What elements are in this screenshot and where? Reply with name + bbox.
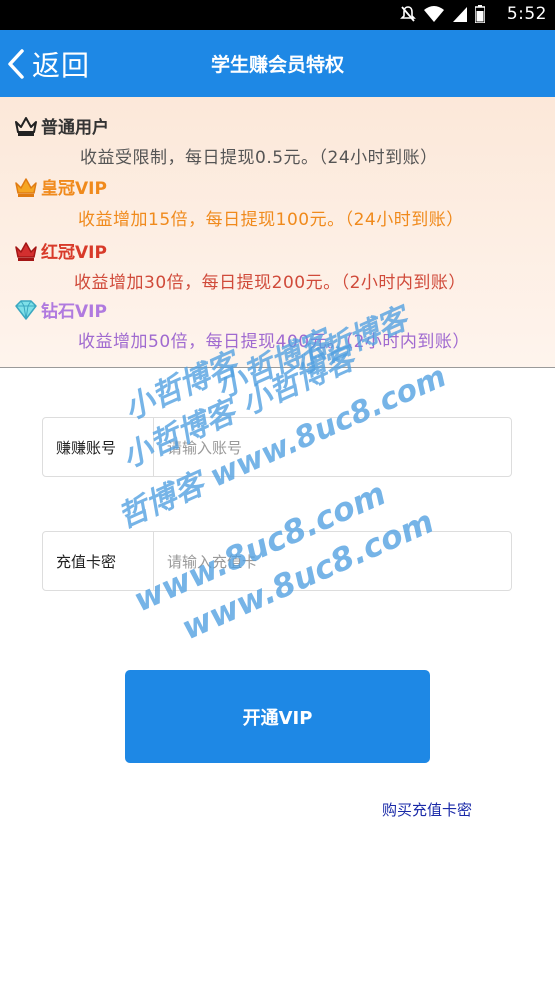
tier-description: 收益增加50倍，每日提现400元。（2小时内到账） bbox=[78, 332, 470, 352]
field-divider bbox=[153, 532, 154, 590]
account-label: 赚赚账号 bbox=[56, 439, 117, 457]
vip-tiers-panel: 普通用户 收益受限制，每日提现0.5元。（24小时到账） 皇冠VIP 收益增加1… bbox=[0, 97, 555, 368]
tier-description: 收益增加15倍，每日提现100元。（24小时到账） bbox=[78, 210, 464, 230]
card-label: 充值卡密 bbox=[56, 553, 117, 571]
signal-icon bbox=[453, 7, 467, 22]
status-bar: 5:52 bbox=[0, 0, 555, 30]
account-input[interactable] bbox=[155, 420, 519, 476]
field-divider bbox=[153, 418, 154, 476]
title-bar: 返回 学生赚会员特权 bbox=[0, 30, 555, 97]
battery-icon bbox=[475, 5, 485, 23]
card-row: 充值卡密 bbox=[42, 531, 519, 591]
wifi-icon bbox=[424, 6, 444, 22]
tier-description: 收益增加30倍，每日提现200元。（2小时内到账） bbox=[74, 273, 466, 293]
page-title: 学生赚会员特权 bbox=[210, 54, 344, 76]
diamond-icon bbox=[15, 299, 37, 320]
tier-description: 收益受限制，每日提现0.5元。（24小时到账） bbox=[80, 148, 438, 168]
buy-card-link[interactable]: 购买充值卡密 bbox=[382, 799, 472, 820]
crown-icon bbox=[15, 177, 37, 197]
tier-name: 红冠VIP bbox=[41, 243, 107, 263]
notification-off-icon bbox=[400, 6, 416, 22]
tier-title-diamond: 钻石VIP bbox=[14, 297, 107, 322]
crown-icon bbox=[15, 241, 37, 261]
tier-name: 普通用户 bbox=[41, 118, 109, 138]
open-vip-button[interactable]: 开通VIP bbox=[125, 670, 430, 763]
tier-title-red-crown: 红冠VIP bbox=[14, 238, 107, 263]
tier-title-normal: 普通用户 bbox=[14, 113, 109, 138]
tier-title-crown: 皇冠VIP bbox=[14, 174, 107, 199]
status-time: 5:52 bbox=[506, 4, 547, 24]
crown-icon bbox=[15, 116, 37, 136]
card-input[interactable] bbox=[155, 534, 519, 590]
tier-name: 皇冠VIP bbox=[41, 179, 107, 199]
status-icons bbox=[399, 5, 485, 23]
tier-name: 钻石VIP bbox=[41, 302, 107, 322]
account-row: 赚赚账号 bbox=[42, 417, 519, 477]
